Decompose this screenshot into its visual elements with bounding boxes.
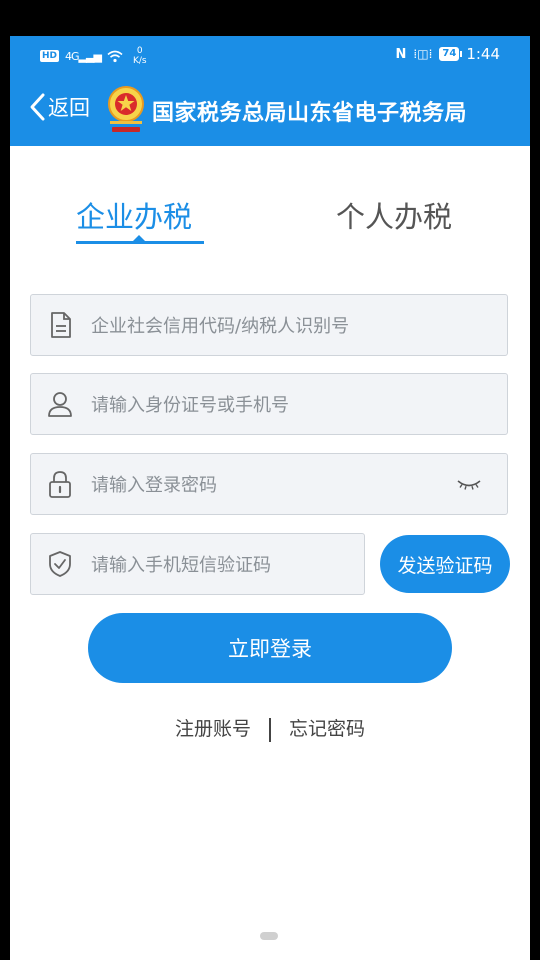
tax-emblem-icon xyxy=(108,86,144,132)
tab-personal-tax[interactable]: 个人办税 xyxy=(336,194,452,236)
vibrate-icon: ⁞◫⁞ xyxy=(413,47,433,61)
password-field[interactable] xyxy=(30,453,508,515)
links-divider xyxy=(269,717,271,742)
home-indicator[interactable] xyxy=(260,932,278,940)
eye-closed-icon[interactable] xyxy=(455,472,483,496)
app-header: 返回 国家税务总局山东省电子税务局 xyxy=(10,74,530,146)
tab-enterprise-tax[interactable]: 企业办税 xyxy=(76,194,192,236)
network-speed: 0 K/s xyxy=(133,46,147,66)
sms-code-input[interactable] xyxy=(89,546,353,584)
hd-badge: HD xyxy=(40,50,60,62)
lock-icon xyxy=(49,471,71,498)
login-button[interactable]: 立即登录 xyxy=(88,613,452,683)
credit-code-input[interactable] xyxy=(89,307,453,345)
page-title: 国家税务总局山东省电子税务局 xyxy=(152,101,468,126)
account-links: 注册账号 忘记密码 xyxy=(10,714,530,742)
id-phone-input[interactable] xyxy=(89,386,453,424)
nfc-icon: N xyxy=(395,46,407,62)
wifi-icon xyxy=(107,50,123,62)
sms-code-field[interactable] xyxy=(30,533,365,595)
register-link[interactable]: 注册账号 xyxy=(175,718,251,740)
user-icon xyxy=(48,392,72,417)
id-phone-field[interactable] xyxy=(30,373,508,435)
document-icon xyxy=(51,312,71,338)
forgot-password-link[interactable]: 忘记密码 xyxy=(289,718,365,740)
network-speed-unit: K/s xyxy=(132,56,147,66)
app-screen: HD 4G▂▃▅ 0 K/s N ⁞◫⁞ 74 1:44 返回 国家税务总局山东… xyxy=(10,36,530,960)
back-label: 返回 xyxy=(48,96,90,120)
back-button[interactable]: 返回 xyxy=(28,92,90,122)
status-bar: HD 4G▂▃▅ 0 K/s N ⁞◫⁞ 74 1:44 xyxy=(10,36,530,74)
network-signal-icon: 4G▂▃▅ xyxy=(65,49,102,63)
network-speed-value: 0 xyxy=(136,46,143,56)
network-type: 4G xyxy=(65,49,79,63)
chevron-left-icon xyxy=(30,93,45,121)
battery-icon: 74 xyxy=(439,47,463,61)
credit-code-field[interactable] xyxy=(30,294,508,356)
tab-active-underline xyxy=(76,241,204,244)
status-bar-left: HD 4G▂▃▅ 0 K/s xyxy=(40,46,147,66)
password-input[interactable] xyxy=(89,466,453,504)
send-code-button[interactable]: 发送验证码 xyxy=(380,535,510,593)
status-bar-right: N ⁞◫⁞ 74 1:44 xyxy=(396,45,500,63)
shield-check-icon xyxy=(49,551,71,577)
status-time: 1:44 xyxy=(466,45,500,63)
